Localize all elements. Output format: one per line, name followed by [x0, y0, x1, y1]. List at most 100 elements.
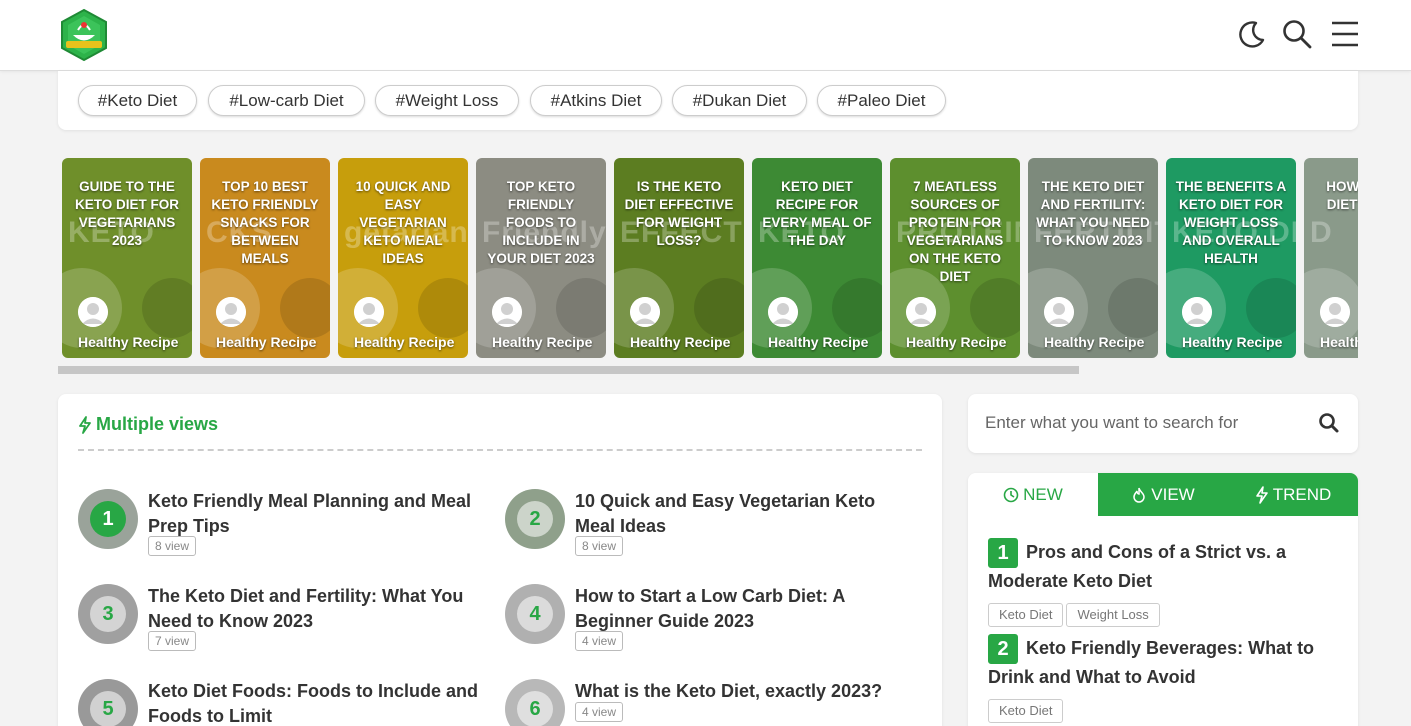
- post-title[interactable]: How to Start a Low Carb Diet: A Beginner…: [575, 584, 915, 634]
- post-item: 4 How to Start a Low Carb Diet: A Beginne…: [505, 584, 915, 664]
- slide-author[interactable]: Healthy Recipe: [216, 334, 316, 350]
- post-rank: 4: [517, 596, 553, 632]
- search-icon[interactable]: [1318, 412, 1340, 434]
- post-thumbnail[interactable]: 6: [505, 679, 565, 726]
- post-title[interactable]: The Keto Diet and Fertility: What You Ne…: [148, 584, 488, 634]
- carousel-slide[interactable]: KETO GUIDE TO THE KETO DIET FOR VEGETARIA…: [62, 158, 192, 358]
- post-item: 6 What is the Keto Diet, exactly 2023? 4 v…: [505, 679, 915, 726]
- carousel-slide[interactable]: DHOW TO TRY DIET EATING Healthy Recipe: [1304, 158, 1358, 358]
- trend-title-text[interactable]: Pros and Cons of a Strict vs. a Moderate…: [988, 542, 1286, 591]
- trend-tag[interactable]: Weight Loss: [1066, 603, 1160, 627]
- slide-title[interactable]: IS THE KETO DIET EFFECTIVE FOR WEIGHT LO…: [622, 178, 736, 250]
- tab-new[interactable]: NEW: [968, 473, 1098, 516]
- search-input[interactable]: [978, 402, 1308, 444]
- slide-author[interactable]: Healthy Recipe: [768, 334, 868, 350]
- fire-icon: [1133, 487, 1146, 503]
- slide-author[interactable]: Healthy Recipe: [354, 334, 454, 350]
- trend-title-text[interactable]: Keto Friendly Beverages: What to Drink a…: [988, 638, 1314, 687]
- bolt-icon: [1255, 485, 1268, 504]
- tag-low-carb-diet[interactable]: #Low-carb Diet: [208, 85, 365, 116]
- trend-tag[interactable]: Keto Diet: [988, 603, 1064, 627]
- slide-title[interactable]: TOP 10 BEST KETO FRIENDLY SNACKS FOR BET…: [208, 178, 322, 268]
- clock-icon: [1003, 487, 1019, 502]
- tag-dukan-diet[interactable]: #Dukan Diet: [672, 85, 807, 116]
- slide-food-image: [280, 278, 330, 338]
- post-title[interactable]: Keto Diet Foods: Foods to Include and Fo…: [148, 679, 488, 726]
- slide-food-image: [142, 278, 192, 338]
- post-thumbnail[interactable]: 5: [78, 679, 138, 726]
- avatar[interactable]: [216, 297, 246, 327]
- slide-title[interactable]: KETO DIET RECIPE FOR EVERY MEAL OF THE D…: [760, 178, 874, 250]
- slide-author[interactable]: Healthy Recipe: [78, 334, 178, 350]
- post-title[interactable]: 10 Quick and Easy Vegetarian Keto Meal I…: [575, 489, 915, 539]
- slide-author[interactable]: Healthy Recipe: [906, 334, 1006, 350]
- carousel-slide[interactable]: FERTILITYTHE KETO DIET AND FERTILITY: WH…: [1028, 158, 1158, 358]
- slide-author[interactable]: Healthy Recipe: [1320, 334, 1358, 350]
- trend-title[interactable]: 2 Keto Friendly Beverages: What to Drink …: [988, 634, 1338, 691]
- avatar[interactable]: [1320, 297, 1350, 327]
- carousel-slide[interactable]: getarian Ke10 QUICK AND EASY VEGETARIAN …: [338, 158, 468, 358]
- tab-trend[interactable]: TREND: [1228, 473, 1358, 516]
- moon-icon[interactable]: [1236, 18, 1268, 50]
- slide-title[interactable]: HOW TO TRY DIET EATING: [1312, 178, 1358, 214]
- slide-author[interactable]: Healthy Recipe: [630, 334, 730, 350]
- post-thumbnail[interactable]: 4: [505, 584, 565, 644]
- avatar[interactable]: [354, 297, 384, 327]
- slide-title[interactable]: 10 QUICK AND EASY VEGETARIAN KETO MEAL I…: [346, 178, 460, 268]
- slide-food-image: [832, 278, 882, 338]
- slide-food-image: [418, 278, 468, 338]
- carousel-slide[interactable]: KETO DIET FTHE BENEFITS A KETO DIET FOR …: [1166, 158, 1296, 358]
- avatar[interactable]: [768, 297, 798, 327]
- trend-rank: 2: [988, 634, 1018, 664]
- trend-item: 2 Keto Friendly Beverages: What to Drink …: [988, 634, 1338, 723]
- slide-title[interactable]: TOP KETO FRIENDLY FOODS TO INCLUDE IN YO…: [484, 178, 598, 268]
- avatar[interactable]: [906, 297, 936, 327]
- section-heading: Multiple views: [78, 414, 218, 435]
- slide-title[interactable]: THE KETO DIET AND FERTILITY: WHAT YOU NE…: [1036, 178, 1150, 250]
- slide-title[interactable]: 7 MEATLESS SOURCES OF PROTEIN FOR VEGETA…: [898, 178, 1012, 286]
- carousel-slide[interactable]: EFFECTIVEIS THE KETO DIET EFFECTIVE FOR …: [614, 158, 744, 358]
- post-rank: 5: [90, 691, 126, 726]
- slide-author[interactable]: Healthy Recipe: [492, 334, 592, 350]
- post-thumbnail[interactable]: 2: [505, 489, 565, 549]
- tag-weight-loss[interactable]: #Weight Loss: [375, 85, 519, 116]
- carousel-slide[interactable]: Friendly TOP KETO FRIENDLY FOODS TO INCLU…: [476, 158, 606, 358]
- trend-tag[interactable]: Keto Diet: [988, 699, 1064, 723]
- multiple-views-section: Multiple views 1 Keto Friendly Meal Plann…: [58, 394, 942, 726]
- avatar[interactable]: [630, 297, 660, 327]
- tab-view[interactable]: VIEW: [1098, 473, 1228, 516]
- avatar[interactable]: [492, 297, 522, 327]
- slide-title[interactable]: GUIDE TO THE KETO DIET FOR VEGETARIANS 2…: [70, 178, 184, 250]
- carousel-slide[interactable]: KETO KETO DIET RECIPE FOR EVERY MEAL OF T…: [752, 158, 882, 358]
- menu-icon[interactable]: [1329, 18, 1361, 50]
- post-rank: 1: [90, 501, 126, 537]
- tag-paleo-diet[interactable]: #Paleo Diet: [817, 85, 946, 116]
- carousel-scrollbar-thumb[interactable]: [58, 366, 1079, 374]
- post-rank: 6: [517, 691, 553, 726]
- post-item: 1 Keto Friendly Meal Planning and Meal Pr…: [78, 489, 488, 569]
- post-title[interactable]: What is the Keto Diet, exactly 2023?: [575, 679, 915, 704]
- view-count-badge: 4 view: [575, 631, 624, 651]
- post-thumbnail[interactable]: 1: [78, 489, 138, 549]
- tab-trend-label: TREND: [1272, 485, 1332, 504]
- post-thumbnail[interactable]: 3: [78, 584, 138, 644]
- slide-author[interactable]: Healthy Recipe: [1182, 334, 1282, 350]
- trend-title[interactable]: 1 Pros and Cons of a Strict vs. a Moderat…: [988, 538, 1338, 595]
- avatar[interactable]: [78, 297, 108, 327]
- carousel-slide[interactable]: CKS TOP 10 BEST KETO FRIENDLY SNACKS FOR …: [200, 158, 330, 358]
- search-icon[interactable]: [1281, 18, 1313, 50]
- carousel-slide[interactable]: PROTEIN7 MEATLESS SOURCES OF PROTEIN FOR…: [890, 158, 1020, 358]
- post-item: 5 Keto Diet Foods: Foods to Include and F…: [78, 679, 488, 726]
- tag-keto-diet[interactable]: #Keto Diet: [78, 85, 197, 116]
- tag-atkins-diet[interactable]: #Atkins Diet: [530, 85, 662, 116]
- featured-carousel: KETO GUIDE TO THE KETO DIET FOR VEGETARIA…: [58, 158, 1358, 358]
- post-title[interactable]: Keto Friendly Meal Planning and Meal Pre…: [148, 489, 488, 539]
- slide-author[interactable]: Healthy Recipe: [1044, 334, 1144, 350]
- avatar[interactable]: [1044, 297, 1074, 327]
- site-logo-icon[interactable]: [58, 8, 110, 62]
- avatar[interactable]: [1182, 297, 1212, 327]
- carousel-scrollbar[interactable]: [58, 366, 1358, 374]
- slide-title[interactable]: THE BENEFITS A KETO DIET FOR WEIGHT LOSS…: [1174, 178, 1288, 268]
- trend-rank: 1: [988, 538, 1018, 568]
- trend-tags: Keto Diet: [988, 699, 1338, 723]
